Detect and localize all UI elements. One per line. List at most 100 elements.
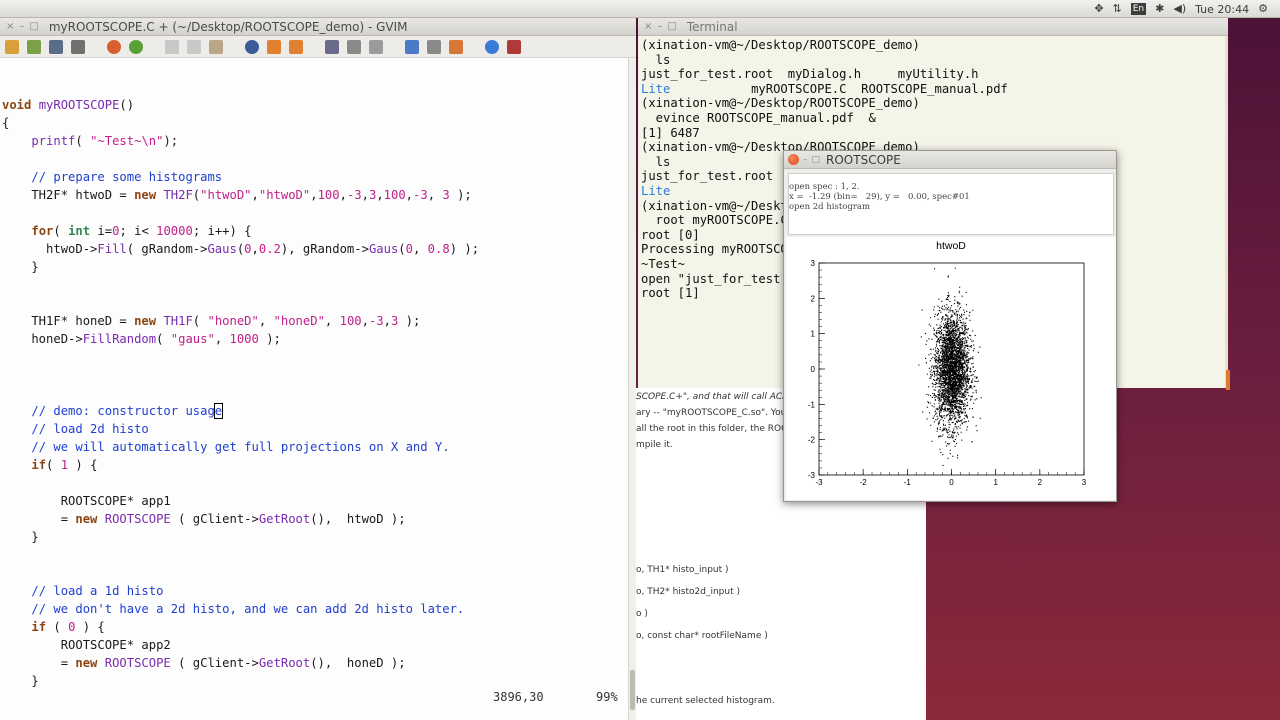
x-tick-label: 1 — [993, 478, 998, 487]
undo-icon[interactable] — [107, 39, 121, 54]
info-line: x = -1.29 (bin= 29), y = 0.00, spec#01 — [789, 192, 970, 202]
y-tick-label: -1 — [808, 400, 816, 409]
code-line: void myROOTSCOPE() — [2, 98, 135, 112]
clock[interactable]: Tue 20:44 — [1195, 3, 1249, 16]
make-icon[interactable] — [405, 39, 419, 54]
maximize-icon[interactable]: □ — [812, 155, 821, 165]
gear-icon[interactable]: ⚙ — [1258, 1, 1268, 17]
window-buttons: × – □ — [644, 21, 677, 32]
save-session-icon[interactable] — [347, 39, 361, 54]
directory-name: Lite — [641, 183, 671, 198]
histogram-plot[interactable]: -3 -2 -1 0 1 2 3 -3 -2 -1 0 1 2 3 — [786, 237, 1116, 500]
bluetooth-icon[interactable]: ✱ — [1155, 1, 1164, 17]
terminal-line: Lite myROOTSCOPE.C ROOTSCOPE_manual.pdf — [641, 82, 1008, 97]
y-tick-label: -3 — [808, 471, 816, 480]
gvim-scrollbar[interactable] — [628, 58, 636, 720]
scroll-percent: 99% — [596, 690, 618, 704]
code-line: TH2F* htwoD = new TH2F("htwoD","htwoD",1… — [2, 188, 472, 202]
code-line: for( int i=0; i< 10000; i++) { — [31, 224, 252, 238]
code-line: = new ROOTSCOPE ( gClient->GetRoot(), ht… — [2, 512, 406, 526]
open-icon[interactable] — [5, 39, 19, 54]
window-buttons: × – □ — [6, 21, 39, 32]
close-icon[interactable]: × — [644, 21, 652, 32]
volume-icon[interactable]: ◀) — [1173, 1, 1186, 17]
y-tick-label: 2 — [811, 294, 816, 303]
code-line: // we will automatically get full projec… — [31, 440, 450, 454]
terminal-line: just_for_test.root myDialog.h myUtility.… — [641, 67, 979, 82]
code-line: // demo: constructor usage — [31, 403, 224, 419]
save-icon[interactable] — [27, 39, 41, 54]
find-prev-icon[interactable] — [289, 39, 303, 54]
directory-name: Lite — [641, 81, 671, 96]
code-line: // we don't have a 2d histo, and we can … — [31, 602, 465, 616]
rootscope-titlebar[interactable]: – □ ROOTSCOPE — [784, 151, 1116, 169]
keyboard-indicator[interactable]: En — [1130, 3, 1147, 15]
paste-icon[interactable] — [209, 39, 223, 54]
maximize-icon[interactable]: □ — [667, 21, 676, 32]
code-editor[interactable]: void myROOTSCOPE() { printf( "~Test~\n")… — [0, 82, 628, 702]
terminal-line: evince ROOTSCOPE_manual.pdf & — [641, 110, 876, 125]
terminal-line: ls — [641, 52, 671, 67]
terminal-titlebar[interactable]: × – □ Terminal — [638, 18, 1228, 36]
doc-line: o, const char* rootFileName ) — [636, 631, 768, 641]
x-tick-label: 2 — [1038, 478, 1043, 487]
doc-line: o, TH1* histo_input ) — [636, 565, 729, 575]
y-tick-label: 1 — [811, 330, 816, 339]
system-tray: ✥ ⇅ En ✱ ◀) Tue 20:44 ⚙ — [1094, 1, 1268, 17]
maximize-icon[interactable]: □ — [29, 21, 38, 32]
x-tick-label: -3 — [815, 478, 823, 487]
info-line: open 2d histogram — [789, 202, 871, 212]
code-line: // load 2d histo — [31, 422, 149, 436]
run-script-icon[interactable] — [369, 39, 383, 54]
shell-icon[interactable] — [427, 39, 441, 54]
code-line: honeD->FillRandom( "gaus", 1000 ); — [2, 332, 281, 346]
code-line: // prepare some histograms — [31, 170, 223, 184]
find-replace-icon[interactable] — [245, 39, 259, 54]
histogram-canvas[interactable]: htwoD -3 -2 -1 0 1 2 3 -3 -2 -1 0 1 2 3 — [786, 237, 1116, 500]
dropbox-icon[interactable]: ✥ — [1094, 1, 1103, 17]
help-icon[interactable] — [485, 39, 499, 54]
code-line: } — [2, 530, 39, 544]
scatter-points — [918, 267, 982, 466]
code-line: ROOTSCOPE* app1 — [2, 494, 171, 508]
close-icon[interactable]: × — [6, 21, 14, 32]
doc-line: SCOPE.C+", and that will call ACL — [636, 392, 788, 402]
minimize-icon[interactable]: – — [803, 155, 808, 165]
file-list: myROOTSCOPE.C ROOTSCOPE_manual.pdf — [670, 81, 1008, 96]
copy-icon[interactable] — [187, 39, 201, 54]
info-line: open spec : 1, 2. — [789, 182, 860, 192]
network-icon[interactable]: ⇅ — [1113, 1, 1122, 17]
minimize-icon[interactable]: – — [657, 21, 662, 32]
doc-line: all the root in this folder, the ROOT — [636, 424, 794, 434]
resize-handle[interactable] — [1226, 370, 1230, 390]
close-icon[interactable] — [788, 154, 799, 165]
save-all-icon[interactable] — [49, 39, 63, 54]
load-session-icon[interactable] — [325, 39, 339, 54]
terminal-scrollbar[interactable] — [1225, 36, 1228, 388]
gvim-titlebar[interactable]: × – □ myROOTSCOPE.C + (~/Desktop/ROOTSCO… — [0, 18, 636, 36]
minimize-icon[interactable]: – — [19, 21, 24, 32]
x-tick-label: 0 — [949, 478, 954, 487]
cut-icon[interactable] — [165, 39, 179, 54]
histogram-points — [918, 267, 982, 466]
scrollbar-thumb[interactable] — [630, 670, 635, 710]
doc-line: ary -- "myROOTSCOPE_C.so". You — [636, 408, 787, 418]
code-line: ROOTSCOPE* app2 — [2, 638, 171, 652]
y-tick-label: 0 — [811, 365, 816, 374]
rootscope-window[interactable]: – □ ROOTSCOPE open spec : 1, 2. x = -1.2… — [783, 150, 1117, 502]
doc-line: o ) — [636, 609, 648, 619]
code-line: if( 1 ) { — [31, 458, 98, 472]
info-panel: open spec : 1, 2. x = -1.29 (bin= 29), y… — [788, 173, 1114, 235]
gvim-toolbar — [0, 36, 636, 58]
code-line: htwoD->Fill( gRandom->Gaus(0,0.2), gRand… — [2, 242, 480, 256]
window-title: Terminal — [686, 19, 738, 34]
find-help-icon[interactable] — [507, 39, 521, 54]
code-line: } — [2, 260, 39, 274]
redo-icon[interactable] — [129, 39, 143, 54]
doc-line: o, TH2* histo2d_input ) — [636, 587, 740, 597]
ctags-icon[interactable] — [449, 39, 463, 54]
find-next-icon[interactable] — [267, 39, 281, 54]
top-panel: ✥ ⇅ En ✱ ◀) Tue 20:44 ⚙ — [0, 0, 1280, 18]
print-icon[interactable] — [71, 39, 85, 54]
code-line: { — [2, 116, 10, 130]
